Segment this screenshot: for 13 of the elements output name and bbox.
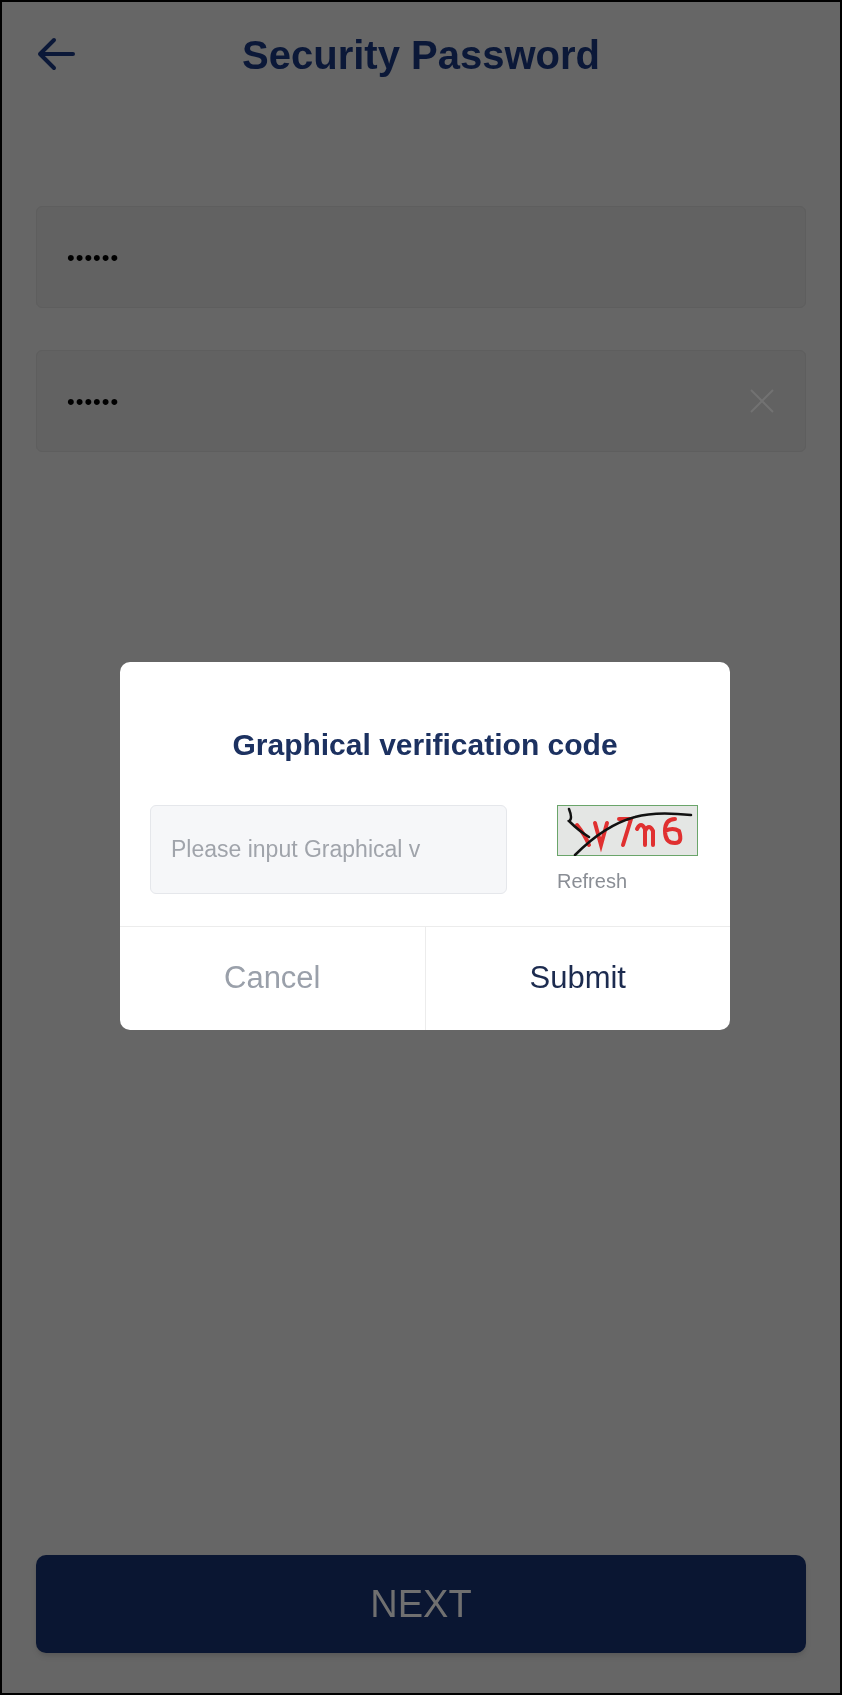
- back-arrow-icon[interactable]: [36, 36, 76, 72]
- refresh-link[interactable]: Refresh: [557, 866, 628, 896]
- cancel-button[interactable]: Cancel: [120, 927, 425, 1030]
- dialog-title: Graphical verification code: [231, 727, 619, 763]
- password-field[interactable]: ••••••: [36, 206, 806, 308]
- submit-button[interactable]: Submit: [424, 927, 730, 1030]
- verification-code-field[interactable]: Please input Graphical v: [150, 805, 507, 894]
- password-field[interactable]: ••••••: [36, 350, 806, 452]
- page-title: Security Password: [242, 32, 600, 79]
- next-button[interactable]: NEXT: [36, 1555, 806, 1653]
- captcha-image[interactable]: [557, 805, 698, 856]
- masked-password: ••••••: [67, 243, 120, 272]
- masked-password: ••••••: [67, 387, 120, 416]
